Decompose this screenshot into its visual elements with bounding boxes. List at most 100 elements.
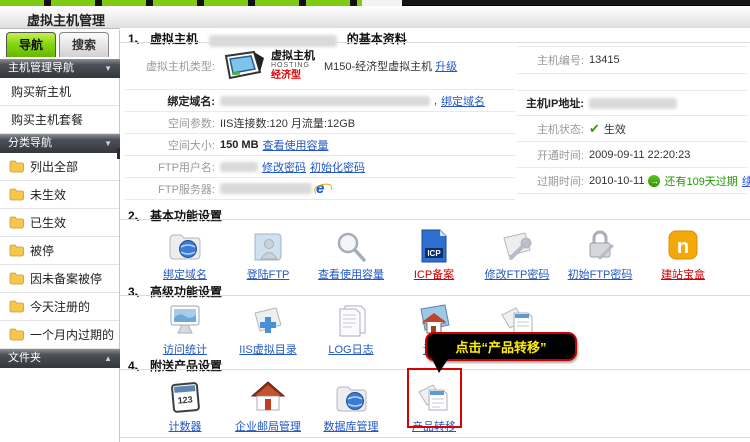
init-password-link[interactable]: 初始化密码 — [310, 159, 365, 175]
window-title-bar: 虚拟主机管理 — [0, 6, 750, 29]
sidebar-item-stopped[interactable]: 被停 — [0, 237, 119, 265]
laptop-icon — [220, 48, 268, 84]
divider — [120, 295, 750, 296]
sidebar-item-expiring-in-month[interactable]: 一个月内过期的 — [0, 321, 119, 349]
sidebar-item-not-active[interactable]: 未生效 — [0, 181, 119, 209]
sidebar-group-folders[interactable]: 文件夹 ▲ — [0, 349, 120, 368]
tab-search[interactable]: 搜索 — [59, 32, 109, 57]
action-log[interactable]: LOG日志 — [309, 299, 393, 358]
row-host-type: 虚拟主机类型: 虚拟主机 HOSTING 经济型 M150-经济型虚拟主机 升 — [125, 43, 515, 90]
sitebox-icon: n — [665, 228, 701, 264]
folder-icon — [9, 272, 24, 285]
sidebar-tabs: 导航 搜索 — [6, 32, 118, 57]
host-type-value: M150-经济型虚拟主机 — [324, 58, 432, 74]
row-space-params: 空间参数: IIS连接数:120 月流量:12GB — [125, 112, 515, 134]
sidebar-item-stopped-no-icp[interactable]: 因未备案被停 — [0, 265, 119, 293]
upgrade-link[interactable]: 升级 — [435, 58, 457, 74]
sidebar-item-registered-today[interactable]: 今天注册的 — [0, 293, 119, 321]
renew-link[interactable]: 续费 — [742, 173, 750, 189]
folder-icon — [9, 216, 24, 229]
host-info-table-left: 虚拟主机类型: 虚拟主机 HOSTING 经济型 M150-经济型虚拟主机 升 — [125, 43, 515, 200]
section3-heading: 3、 高级功能设置 — [128, 283, 222, 300]
chevron-down-icon: ▼ — [104, 134, 112, 153]
space-params-value: IIS连接数:120 月流量:12GB — [220, 115, 355, 131]
house-mail-icon — [249, 380, 287, 416]
top-strip-dark-segment — [402, 0, 750, 5]
action-login-ftp[interactable]: 登陆FTP — [226, 224, 310, 283]
divider — [120, 219, 750, 220]
page-title: 虚拟主机管理 — [27, 10, 105, 29]
action-change-ftp-password[interactable]: 修改FTP密码 — [475, 224, 559, 283]
row-host-id: 主机编号: 13415 — [517, 46, 747, 74]
ftp-login-icon — [249, 230, 287, 264]
callout-tail — [432, 359, 448, 373]
expire-date-value: 2010-10-11 — [589, 175, 644, 187]
svg-text:123: 123 — [177, 394, 193, 405]
action-mail-management[interactable]: 企业邮局管理 — [226, 376, 310, 435]
row-ftp-server: FTP服务器: e — [125, 178, 515, 200]
section2-heading: 2、 基本功能设置 — [128, 207, 222, 224]
redacted-domain — [220, 96, 430, 106]
action-database-management[interactable]: 数据库管理 — [309, 376, 393, 435]
section4-heading: 4、 附送产品设置 — [128, 357, 222, 374]
redacted-ftp-user — [220, 162, 258, 172]
host-info-table-right: 主机编号: 13415 主机IP地址: 主机状态: ✔ 生效 开通时间: 200… — [517, 46, 747, 194]
action-counter[interactable]: 123 计数器 — [143, 376, 227, 435]
row-host-status: 主机状态: ✔ 生效 — [517, 116, 747, 142]
action-sitebox[interactable]: n 建站宝盒 — [641, 224, 725, 283]
space-size-value: 150 MB — [220, 139, 259, 151]
chevron-up-icon: ▲ — [104, 349, 112, 368]
sidebar-group-category-nav[interactable]: 分类导航 ▼ — [0, 134, 120, 153]
redacted-ftp-server — [220, 183, 312, 194]
monitor-icon — [166, 303, 204, 339]
folder-icon — [9, 300, 24, 313]
action-bind-domain[interactable]: 绑定域名 — [143, 224, 227, 283]
counter-icon: 123 — [167, 380, 203, 416]
action-visit-stats[interactable]: 访问统计 — [143, 299, 227, 358]
folder-icon — [9, 244, 24, 257]
main-content: 1、 虚拟主机 的基本资料 虚拟主机类型: 虚拟主机 HOSTING — [120, 28, 750, 442]
action-iis-virtual-dir[interactable]: IIS虚拟目录 — [226, 299, 310, 358]
sidebar: 导航 搜索 主机管理导航 ▼ 购买新主机 购买主机套餐 分类导航 ▼ 列出全部 … — [0, 30, 120, 442]
chevron-down-icon: ▼ — [104, 59, 112, 78]
divider — [120, 437, 750, 438]
folder-icon — [9, 188, 24, 201]
row-space-size: 空间大小: 150 MB 查看使用容量 — [125, 134, 515, 156]
svg-text:n: n — [677, 236, 689, 258]
action-icp-record[interactable]: ICP ICP备案 — [392, 224, 476, 283]
sidebar-item-list-all[interactable]: 列出全部 — [0, 153, 119, 181]
tab-navigation[interactable]: 导航 — [6, 32, 56, 57]
virtual-host-manager-screen: 虚拟主机管理 导航 搜索 主机管理导航 ▼ 购买新主机 购买主机套餐 分类导航 … — [0, 0, 750, 442]
highlight-red-box — [407, 368, 462, 428]
lock-icon — [581, 228, 619, 264]
row-expire-time: 过期时间: 2010-10-11 → 还有109天过期 续费 — [517, 168, 747, 194]
action-init-ftp-password[interactable]: 初始FTP密码 — [558, 224, 642, 283]
sidebar-item-active[interactable]: 已生效 — [0, 209, 119, 237]
iis-virtual-dir-icon — [249, 305, 287, 339]
open-time-value: 2009-09-11 22:20:23 — [589, 149, 690, 161]
check-icon: ✔ — [589, 121, 600, 137]
folder-icon — [9, 328, 24, 341]
callout-bubble: 点击“产品转移” — [425, 332, 577, 361]
magnifier-icon — [332, 230, 370, 264]
bind-domain-icon — [166, 230, 204, 264]
action-view-usage[interactable]: 查看使用容量 — [309, 224, 393, 283]
sidebar-group-host-management[interactable]: 主机管理导航 ▼ — [0, 59, 120, 78]
row-host-ip: 主机IP地址: — [517, 90, 747, 116]
sidebar-item-buy-new-host[interactable]: 购买新主机 — [0, 78, 119, 106]
log-document-icon — [334, 303, 368, 339]
host-id-value: 13415 — [589, 54, 620, 66]
row-open-time: 开通时间: 2009-09-11 22:20:23 — [517, 142, 747, 168]
folder-icon — [9, 160, 24, 173]
internet-explorer-icon[interactable]: e — [316, 180, 324, 197]
host-status-value: 生效 — [604, 121, 626, 137]
row-bind-domain: 绑定域名: , 绑定域名 — [125, 90, 515, 112]
icp-document-icon: ICP — [418, 228, 450, 264]
redacted-host-ip — [589, 98, 677, 109]
bind-domain-link[interactable]: 绑定域名 — [441, 93, 485, 109]
change-password-link[interactable]: 修改密码 — [262, 159, 306, 175]
sidebar-item-buy-host-plan[interactable]: 购买主机套餐 — [0, 106, 119, 134]
view-usage-link[interactable]: 查看使用容量 — [263, 137, 329, 153]
row-ftp-user: FTP用户名: 修改密码 初始化密码 — [125, 156, 515, 178]
days-remaining: 还有109天过期 — [664, 173, 737, 189]
